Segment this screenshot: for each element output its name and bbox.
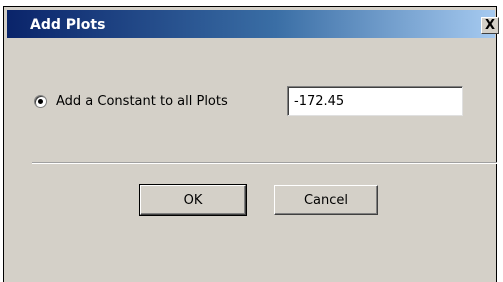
add-constant-option[interactable]: Add a Constant to all Plots bbox=[34, 91, 228, 111]
add-constant-radio[interactable] bbox=[34, 94, 47, 108]
dialog-window: Add Plots X bbox=[3, 6, 499, 282]
close-button[interactable]: X bbox=[481, 17, 499, 34]
title-bar[interactable]: Add Plots X bbox=[7, 10, 499, 38]
constant-value-input[interactable] bbox=[287, 86, 463, 116]
radio-selected-dot bbox=[38, 98, 43, 104]
ok-button[interactable]: OK bbox=[139, 184, 247, 216]
separator-line bbox=[32, 162, 497, 164]
cancel-button[interactable]: Cancel bbox=[274, 185, 378, 215]
window-title: Add Plots bbox=[30, 17, 106, 33]
add-constant-label: Add a Constant to all Plots bbox=[56, 93, 228, 109]
close-icon: X bbox=[484, 18, 496, 33]
